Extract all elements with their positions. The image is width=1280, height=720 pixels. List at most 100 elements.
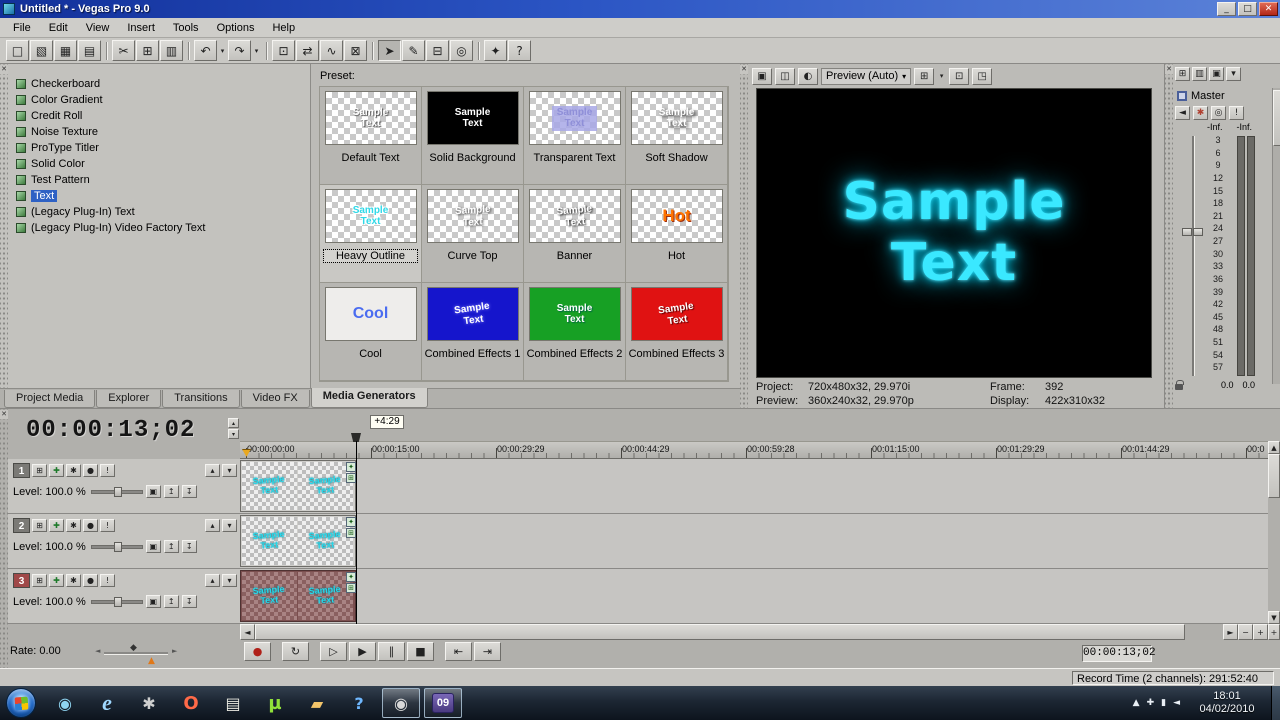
interactive-tutorials-icon[interactable]: ✦ — [484, 40, 507, 61]
enable-snapping-icon[interactable]: ⊡ — [272, 40, 295, 61]
solo-icon[interactable]: ! — [100, 464, 115, 477]
scrollbar-track[interactable] — [1185, 624, 1223, 640]
level-slider-thumb[interactable] — [113, 596, 122, 607]
remove-compositing-child-icon[interactable]: ↧ — [181, 540, 197, 553]
open-icon[interactable]: ▧ — [30, 40, 53, 61]
solo-icon[interactable]: ! — [100, 519, 115, 532]
track-header-2[interactable]: 2 ⊞ ✚ ✱ ● ! ▴ ▾ Level: 100.0 % ▣ ↥ ↧ — [8, 514, 240, 569]
tab-project-media[interactable]: Project Media — [4, 390, 96, 408]
track-header-1[interactable]: 1 ⊞ ✚ ✱ ● ! ▴ ▾ Level: 100.0 % ▣ ↥ ↧ — [8, 459, 240, 514]
compositing-up-icon[interactable]: ▴ — [205, 574, 220, 587]
close-panel-icon[interactable]: ✕ — [0, 65, 8, 74]
track-fx-icon[interactable]: ✚ — [49, 519, 64, 532]
timeline-ruler[interactable]: 00:00:00:00 00:00:15:00 00:00:29:29 00:0… — [240, 441, 1268, 459]
timeline-lanes[interactable]: Sample Text Sample Text ✦ ⊞ Sample Text … — [240, 459, 1268, 624]
timeline-vertical-scrollbar[interactable]: ▲ ▼ — [1268, 441, 1280, 624]
insert-bus-icon[interactable]: ▥ — [1192, 67, 1207, 81]
scroll-up-icon[interactable]: ▲ — [1268, 441, 1280, 454]
mute-icon[interactable]: ● — [83, 519, 98, 532]
window-grip[interactable]: ✕ — [1165, 64, 1173, 408]
master-scrollbar[interactable] — [1272, 88, 1280, 384]
tray-expand-icon[interactable]: ▲ — [1133, 698, 1140, 708]
project-video-properties-icon[interactable]: ▣ — [752, 67, 772, 85]
track-number-badge[interactable]: 1 — [13, 463, 30, 478]
close-panel-icon[interactable]: ✕ — [740, 65, 748, 74]
preset-curve-top[interactable]: Sample Text Curve Top — [422, 185, 524, 283]
play-from-start-button[interactable]: ▷ — [320, 642, 347, 661]
redo-dropdown-icon[interactable]: ▾ — [252, 40, 261, 61]
generator-item-legacy-text[interactable]: (Legacy Plug-In) Text — [16, 204, 310, 220]
action-center-icon[interactable]: ✚ — [1147, 698, 1155, 708]
automation-settings-icon[interactable]: ✱ — [66, 519, 81, 532]
preset-cool[interactable]: Cool Cool — [320, 283, 422, 381]
vertical-zoom-icon[interactable]: + — [1268, 624, 1280, 640]
zoom-edit-tool-icon[interactable]: ◎ — [450, 40, 473, 61]
stop-button[interactable]: ■ — [407, 642, 434, 661]
generator-item-protype-titler[interactable]: ProType Titler — [16, 140, 310, 156]
compositing-down-icon[interactable]: ▾ — [222, 464, 237, 477]
generator-item-legacy-video-factory-text[interactable]: (Legacy Plug-In) Video Factory Text — [16, 220, 310, 236]
taskbar-clock[interactable]: 18:01 04/02/2010 — [1188, 690, 1266, 716]
volume-icon[interactable]: ◄ — [1173, 698, 1180, 708]
timecode-spin-up-icon[interactable]: ▴ — [228, 418, 239, 428]
menu-help[interactable]: Help — [263, 19, 304, 37]
rate-left-icon[interactable]: ◄ — [95, 647, 100, 655]
network-icon[interactable]: ▮ — [1161, 698, 1166, 708]
track-fx-icon[interactable]: ✚ — [49, 574, 64, 587]
pause-button[interactable]: ∥ — [378, 642, 405, 661]
level-slider[interactable] — [90, 486, 143, 497]
show-desktop-button[interactable] — [1271, 686, 1280, 720]
copy-snapshot-icon[interactable]: ⊡ — [949, 67, 970, 85]
menu-view[interactable]: View — [77, 19, 119, 37]
generated-media-icon[interactable]: ✦ — [346, 572, 356, 582]
go-to-start-button[interactable]: ⇤ — [445, 642, 472, 661]
master-fx-icon[interactable]: ✱ — [1193, 106, 1208, 120]
remove-compositing-child-icon[interactable]: ↧ — [181, 485, 197, 498]
preset-combined-effects-1[interactable]: Sample Text Combined Effects 1 — [422, 283, 524, 381]
pan-crop-icon[interactable]: ⊞ — [346, 528, 356, 538]
generator-item-noise-texture[interactable]: Noise Texture — [16, 124, 310, 140]
tab-transitions[interactable]: Transitions — [162, 390, 240, 408]
timeline-clip-track2[interactable]: Sample Text Sample Text ✦ ⊞ — [240, 515, 356, 567]
composite-mode-icon[interactable]: ▣ — [145, 485, 161, 498]
master-properties-icon[interactable]: ▣ — [1209, 67, 1224, 81]
menu-tools[interactable]: Tools — [164, 19, 208, 37]
solo-icon[interactable]: ! — [100, 574, 115, 587]
auto-ripple-icon[interactable]: ⇄ — [296, 40, 319, 61]
paste-icon[interactable]: ▥ — [160, 40, 183, 61]
scroll-down-icon[interactable]: ▼ — [1268, 611, 1280, 624]
internet-explorer-taskbar-icon[interactable]: e — [88, 688, 126, 718]
timeline-clip-track3[interactable]: Sample Text Sample Text ✦ ⊞ — [240, 570, 356, 622]
browser-taskbar-icon[interactable]: O — [172, 688, 210, 718]
loop-playback-button[interactable]: ↻ — [282, 642, 309, 661]
close-panel-icon[interactable]: ✕ — [1165, 65, 1173, 74]
generated-media-icon[interactable]: ✦ — [346, 517, 356, 527]
track-motion-icon[interactable]: ⊞ — [32, 574, 47, 587]
track-number-badge[interactable]: 3 — [13, 573, 30, 588]
split-screen-view-icon[interactable]: ◫ — [775, 67, 795, 85]
scroll-right-icon[interactable]: ► — [1223, 624, 1238, 640]
window-grip[interactable]: ✕ — [0, 409, 8, 669]
composite-mode-icon[interactable]: ▣ — [145, 540, 161, 553]
dim-output-icon[interactable]: ! — [1229, 106, 1244, 120]
utorrent-taskbar-icon[interactable]: µ — [256, 688, 294, 718]
project-properties-icon[interactable]: ▤ — [78, 40, 101, 61]
envelope-edit-tool-icon[interactable]: ✎ — [402, 40, 425, 61]
rate-right-icon[interactable]: ► — [172, 647, 177, 655]
automation-settings-icon[interactable]: ✱ — [66, 464, 81, 477]
insert-assignable-fx-icon[interactable]: ⊞ — [1175, 67, 1190, 81]
system-tool-taskbar-icon[interactable]: ✱ — [130, 688, 168, 718]
preset-transparent-text[interactable]: Sample Text Transparent Text — [524, 87, 626, 185]
compositing-down-icon[interactable]: ▾ — [222, 574, 237, 587]
record-button[interactable]: ● — [244, 642, 271, 661]
generator-item-checkerboard[interactable]: Checkerboard — [16, 76, 310, 92]
selection-edit-tool-icon[interactable]: ⊟ — [426, 40, 449, 61]
composite-mode-icon[interactable]: ▣ — [145, 595, 161, 608]
cut-icon[interactable]: ✂ — [112, 40, 135, 61]
save-snapshot-icon[interactable]: ◳ — [972, 67, 993, 85]
generator-item-solid-color[interactable]: Solid Color — [16, 156, 310, 172]
menu-file[interactable]: File — [4, 19, 40, 37]
new-project-icon[interactable]: □ — [6, 40, 29, 61]
generated-media-icon[interactable]: ✦ — [346, 462, 356, 472]
timeline-horizontal-scrollbar[interactable]: ◄ ► − + — [240, 624, 1268, 640]
